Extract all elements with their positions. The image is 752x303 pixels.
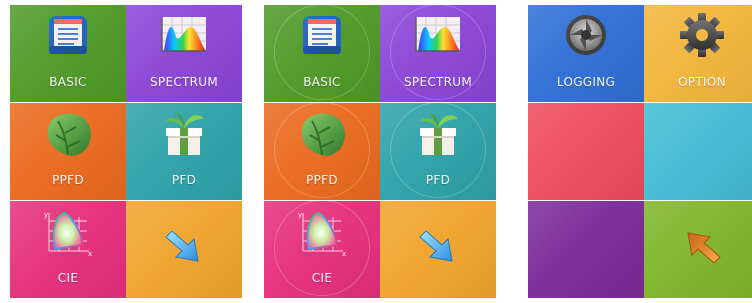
pfd-tile[interactable]: PFD [380,103,496,200]
empty-tile [528,103,644,200]
ppfd-tile[interactable]: PPFD [10,103,126,200]
back-page-tile[interactable] [644,201,752,298]
tile-label: PPFD [306,173,338,187]
plant-box-icon [160,111,208,163]
basic-tile[interactable]: BASIC [10,5,126,102]
empty-tile [644,103,752,200]
cie-tile[interactable]: y x CIE [10,201,126,298]
tile-label: OPTION [678,75,726,89]
spectrum-tile[interactable]: SPECTRUM [126,5,242,102]
camera-shutter-icon [564,13,608,61]
leaf-icon [296,111,348,163]
next-page-tile[interactable] [126,201,242,298]
spectrum-chart-icon [414,13,462,61]
tile-label: LOGGING [556,75,616,89]
menu-panel-3: LOGGING OPTION [528,5,752,298]
tile-label: BASIC [303,75,341,89]
option-tile[interactable]: OPTION [644,5,752,102]
cie-chart-icon: y x [297,209,347,261]
svg-text:x: x [342,250,346,257]
pfd-tile[interactable]: PFD [126,103,242,200]
plant-box-icon [414,111,462,163]
menu-panel-1: BASIC SPECTRUM PPFD PFD y x CIE [10,5,242,298]
empty-tile [528,201,644,298]
tile-label: BASIC [49,75,87,89]
svg-text:x: x [88,250,92,257]
arrow-back-icon [680,227,724,271]
tile-label: SPECTRUM [149,75,219,89]
spectrum-tile[interactable]: SPECTRUM [380,5,496,102]
tile-label: PFD [171,173,197,187]
leaf-icon [42,111,94,163]
ppfd-tile[interactable]: PPFD [264,103,380,200]
basic-tile[interactable]: BASIC [264,5,380,102]
gear-icon [678,11,726,63]
notebook-icon [46,13,90,61]
cie-tile[interactable]: y x CIE [264,201,380,298]
notebook-icon [300,13,344,61]
menu-panel-2: BASIC SPECTRUM PPFD PFD y x CIE [264,5,496,298]
next-page-tile[interactable] [380,201,496,298]
tile-label: CIE [57,271,79,285]
tile-label: CIE [311,271,333,285]
cie-chart-icon: y x [43,209,93,261]
svg-text:y: y [44,211,48,219]
arrow-next-icon [162,227,206,271]
tile-label: SPECTRUM [403,75,473,89]
svg-text:y: y [298,211,302,219]
spectrum-chart-icon [160,13,208,61]
tile-label: PFD [425,173,451,187]
arrow-next-icon [416,227,460,271]
logging-tile[interactable]: LOGGING [528,5,644,102]
tile-label: PPFD [52,173,84,187]
